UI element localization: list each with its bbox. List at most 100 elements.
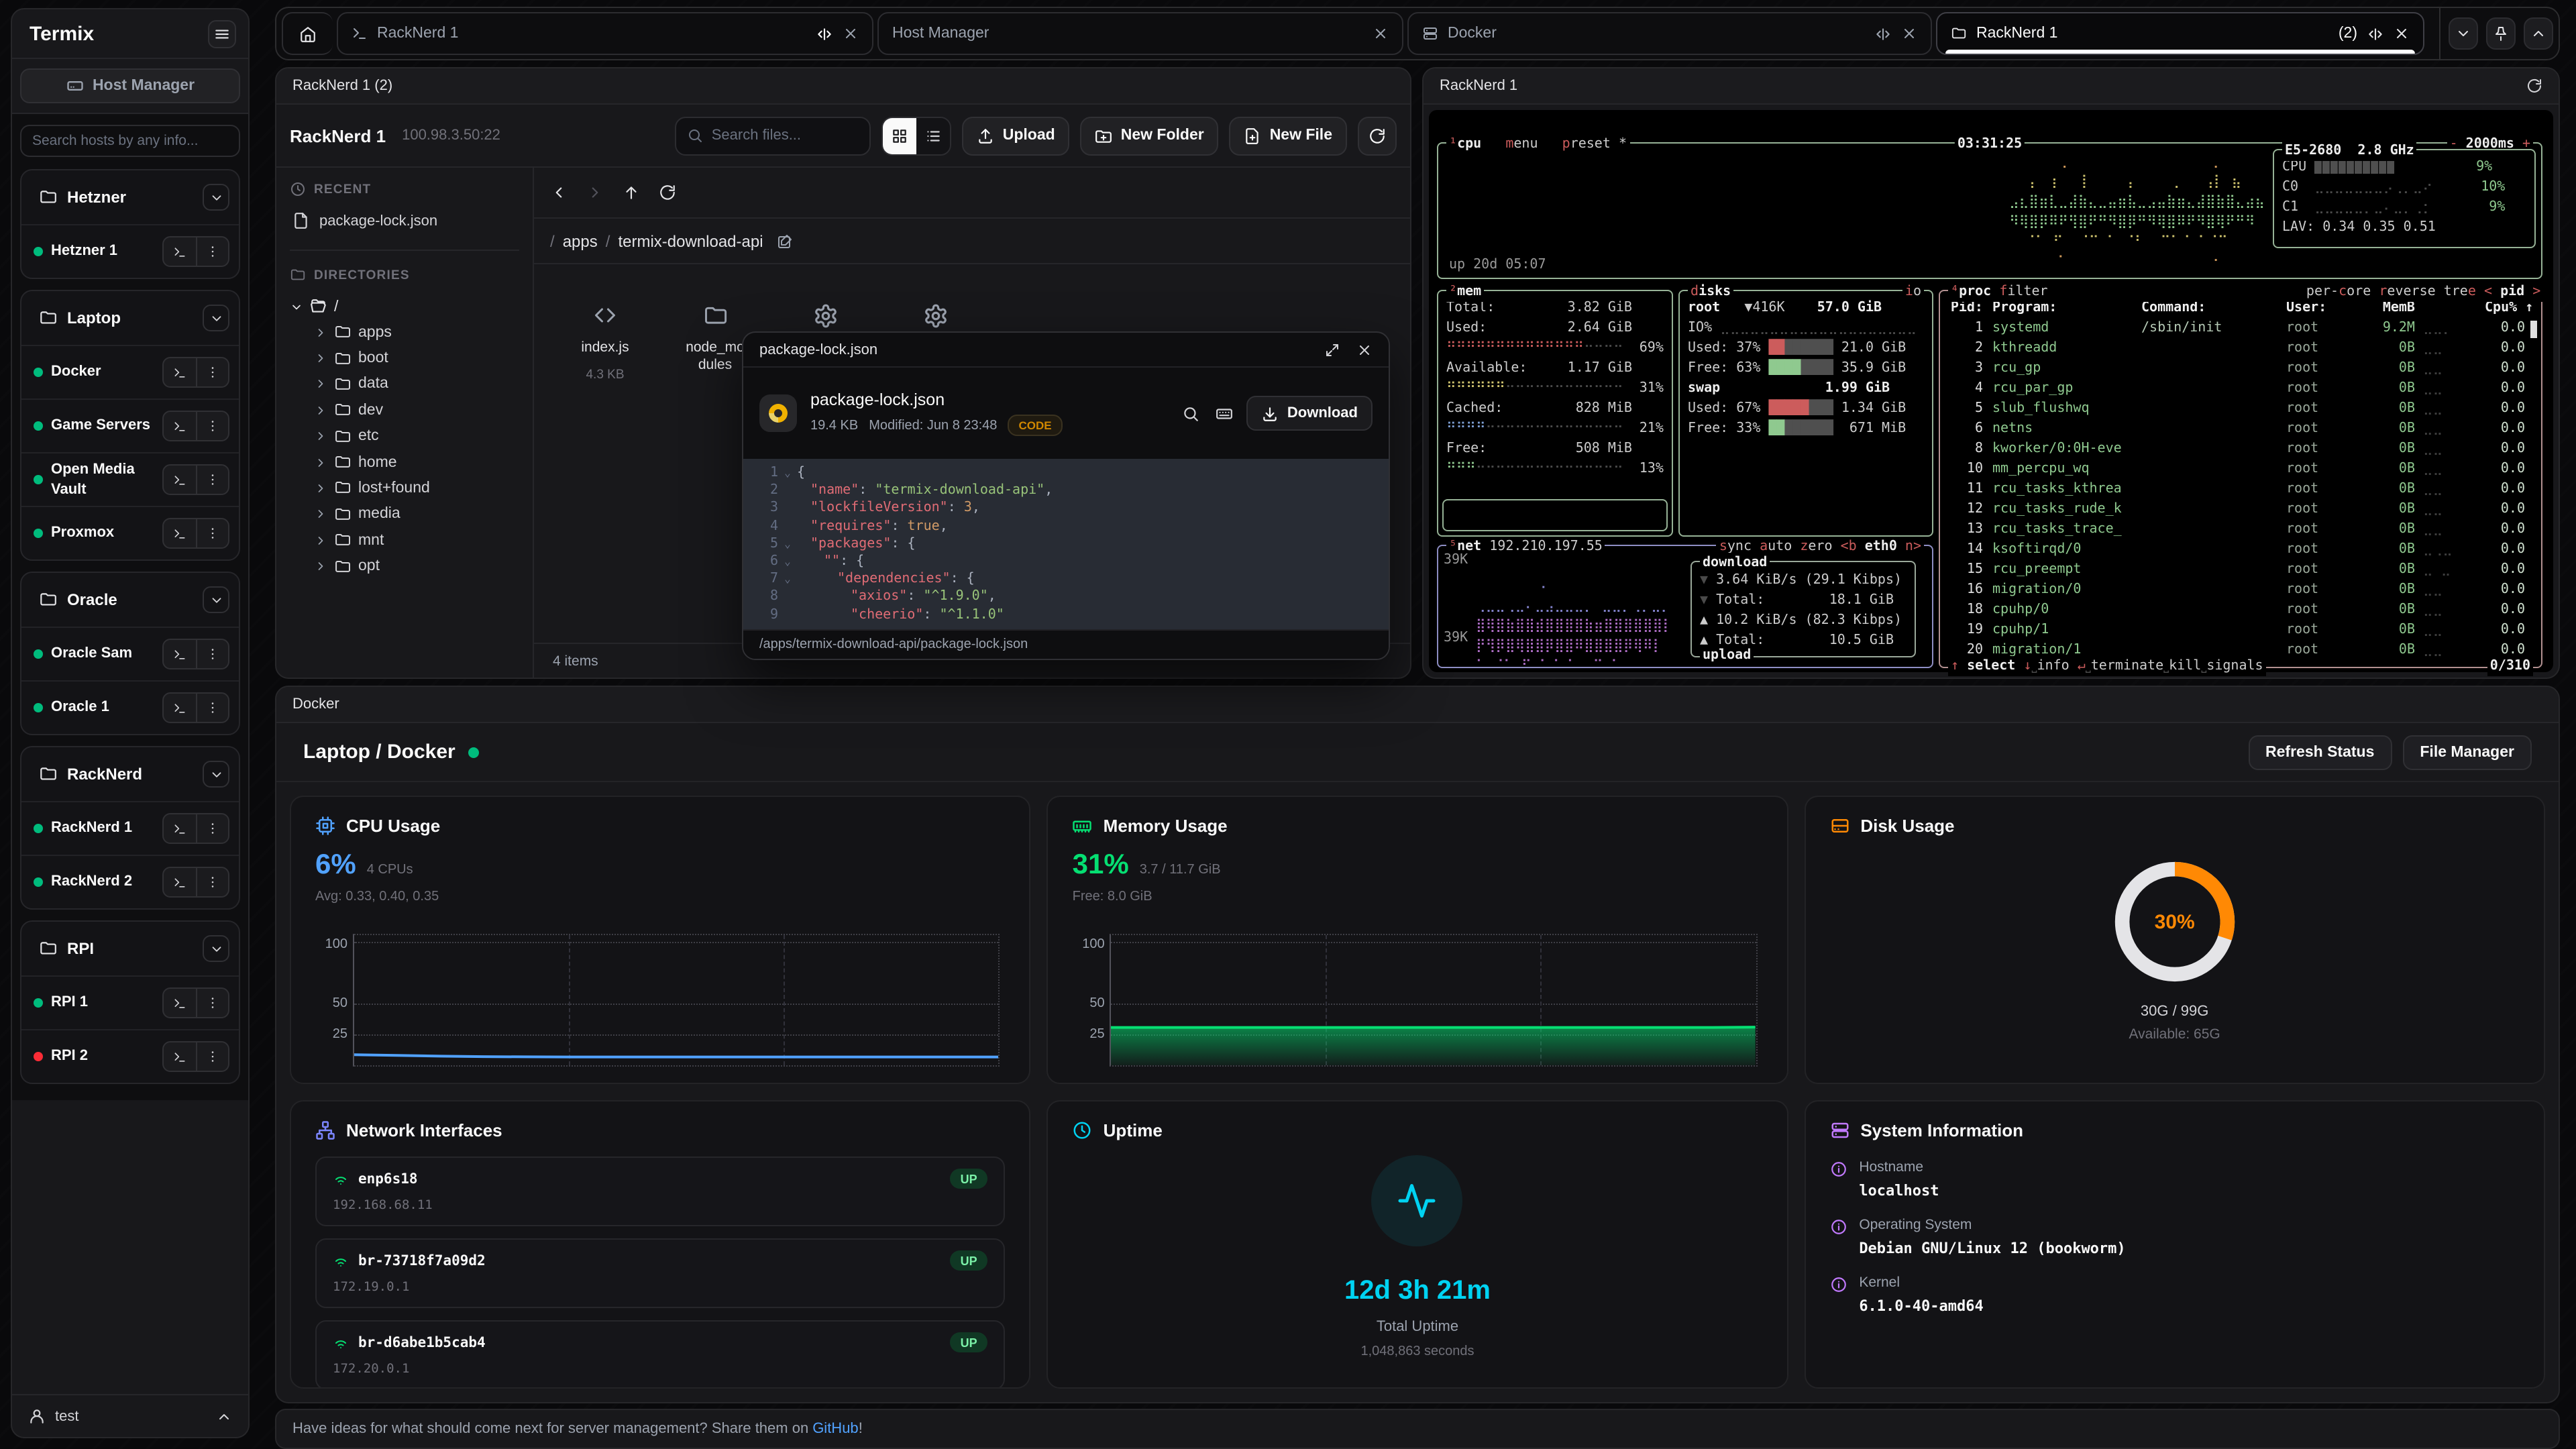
host-menu-button[interactable]	[196, 1042, 228, 1071]
grid-view-button[interactable]	[883, 117, 917, 154]
host-item[interactable]: Open Media Vault	[21, 452, 239, 506]
tabs-scroll-down-button[interactable]	[2449, 17, 2478, 50]
host-menu-button[interactable]	[196, 989, 228, 1017]
tab-racknerd1-terminal[interactable]: RackNerd 1	[337, 12, 873, 55]
tree-item[interactable]: data	[290, 372, 519, 398]
recent-file-item[interactable]: package-lock.json	[290, 203, 519, 239]
tree-item[interactable]: dev	[290, 397, 519, 423]
file-search-input[interactable]: Search files...	[676, 116, 871, 155]
new-file-button[interactable]: New File	[1230, 116, 1347, 155]
host-item[interactable]: Oracle 1	[21, 680, 239, 734]
sidebar-menu-button[interactable]	[208, 19, 236, 48]
host-terminal-button[interactable]	[164, 358, 196, 386]
tree-item[interactable]: lost+found	[290, 476, 519, 502]
docker-file-manager-button[interactable]: File Manager	[2402, 735, 2532, 769]
host-terminal-button[interactable]	[164, 1042, 196, 1071]
search-in-file-icon[interactable]	[1183, 405, 1200, 422]
group-collapse-button[interactable]	[203, 586, 229, 613]
forward-icon[interactable]	[586, 184, 604, 201]
host-item[interactable]: RackNerd 2	[21, 855, 239, 908]
breadcrumb-apps[interactable]: apps	[563, 231, 598, 250]
host-item[interactable]: RPI 1	[21, 975, 239, 1029]
tree-item[interactable]: home	[290, 449, 519, 476]
host-group-header[interactable]: Laptop	[21, 291, 239, 345]
upload-button[interactable]: Upload	[963, 116, 1070, 155]
host-menu-button[interactable]	[196, 694, 228, 722]
host-item[interactable]: RackNerd 1	[21, 801, 239, 855]
download-button[interactable]: Download	[1247, 396, 1373, 431]
tree-item[interactable]: etc	[290, 423, 519, 449]
close-icon[interactable]	[1356, 341, 1373, 358]
host-menu-button[interactable]	[196, 519, 228, 547]
tab-racknerd1-files[interactable]: RackNerd 1 (2)	[1936, 12, 2424, 55]
host-menu-button[interactable]	[196, 466, 228, 494]
tree-item[interactable]: apps	[290, 319, 519, 345]
group-collapse-button[interactable]	[203, 935, 229, 962]
list-view-button[interactable]	[917, 117, 951, 154]
host-group-header[interactable]: Hetzner	[21, 170, 239, 224]
split-icon[interactable]	[1874, 25, 1892, 42]
host-group-header[interactable]: RackNerd	[21, 747, 239, 801]
tab-host-manager[interactable]: Host Manager	[877, 12, 1403, 55]
host-terminal-button[interactable]	[164, 694, 196, 722]
up-icon[interactable]	[623, 184, 640, 201]
network-interface-item[interactable]: br-73718f7a09d2 UP 172.19.0.1	[315, 1238, 1006, 1308]
code-viewer[interactable]: 1 ⌄ { 2 "name": "termix-download-api", 3…	[743, 459, 1389, 629]
close-icon[interactable]	[2394, 25, 2410, 42]
host-group-header[interactable]: Oracle	[21, 573, 239, 627]
new-folder-button[interactable]: New Folder	[1081, 116, 1219, 155]
host-menu-button[interactable]	[196, 237, 228, 266]
host-menu-button[interactable]	[196, 868, 228, 896]
group-collapse-button[interactable]	[203, 305, 229, 331]
host-item[interactable]: Hetzner 1	[21, 224, 239, 278]
back-icon[interactable]	[550, 184, 568, 201]
close-icon[interactable]	[843, 25, 859, 42]
breadcrumb-current[interactable]: termix-download-api	[618, 231, 763, 250]
keyboard-icon[interactable]	[1216, 405, 1234, 422]
host-terminal-button[interactable]	[164, 519, 196, 547]
refresh-icon[interactable]	[659, 184, 676, 201]
host-item[interactable]: Proxmox	[21, 506, 239, 559]
group-collapse-button[interactable]	[203, 761, 229, 788]
host-menu-button[interactable]	[196, 358, 228, 386]
host-terminal-button[interactable]	[164, 640, 196, 668]
terminal-screen[interactable]: ¹cpu menu preset * 03:31:25 - 2000ms + ⢀…	[1429, 110, 2553, 672]
tree-item[interactable]: media	[290, 501, 519, 527]
host-terminal-button[interactable]	[164, 814, 196, 843]
split-icon[interactable]	[2367, 25, 2384, 42]
tree-item[interactable]: opt	[290, 553, 519, 580]
refresh-icon[interactable]	[2526, 78, 2542, 94]
close-icon[interactable]	[1901, 25, 1917, 42]
split-icon[interactable]	[816, 25, 833, 42]
host-manager-button[interactable]: Host Manager	[20, 68, 240, 103]
network-interface-item[interactable]: enp6s18 UP 192.168.68.11	[315, 1157, 1006, 1226]
host-menu-button[interactable]	[196, 814, 228, 843]
host-menu-button[interactable]	[196, 640, 228, 668]
host-terminal-button[interactable]	[164, 412, 196, 440]
host-item[interactable]: Oracle Sam	[21, 627, 239, 680]
group-collapse-button[interactable]	[203, 184, 229, 211]
edit-path-icon[interactable]	[777, 233, 793, 249]
host-item[interactable]: Docker	[21, 345, 239, 398]
host-terminal-button[interactable]	[164, 868, 196, 896]
refresh-files-button[interactable]	[1358, 116, 1397, 155]
tree-root[interactable]: /	[290, 294, 519, 319]
host-search-input[interactable]	[20, 125, 240, 157]
close-icon[interactable]	[1373, 25, 1389, 42]
home-button[interactable]	[282, 12, 333, 55]
tabs-scroll-up-button[interactable]	[2524, 17, 2553, 50]
github-link[interactable]: GitHub	[812, 1421, 859, 1437]
expand-icon[interactable]	[1324, 341, 1340, 358]
host-menu-button[interactable]	[196, 412, 228, 440]
host-group-header[interactable]: RPI	[21, 922, 239, 975]
pin-button[interactable]	[2486, 17, 2516, 50]
tree-item[interactable]: mnt	[290, 527, 519, 553]
host-terminal-button[interactable]	[164, 989, 196, 1017]
file-item[interactable]: index.js 4.3 KB	[558, 302, 652, 382]
host-terminal-button[interactable]	[164, 237, 196, 266]
sidebar-user-row[interactable]: test	[12, 1394, 248, 1437]
host-item[interactable]: Game Servers	[21, 398, 239, 452]
tree-item[interactable]: boot	[290, 345, 519, 372]
host-item[interactable]: RPI 2	[21, 1029, 239, 1083]
host-terminal-button[interactable]	[164, 466, 196, 494]
